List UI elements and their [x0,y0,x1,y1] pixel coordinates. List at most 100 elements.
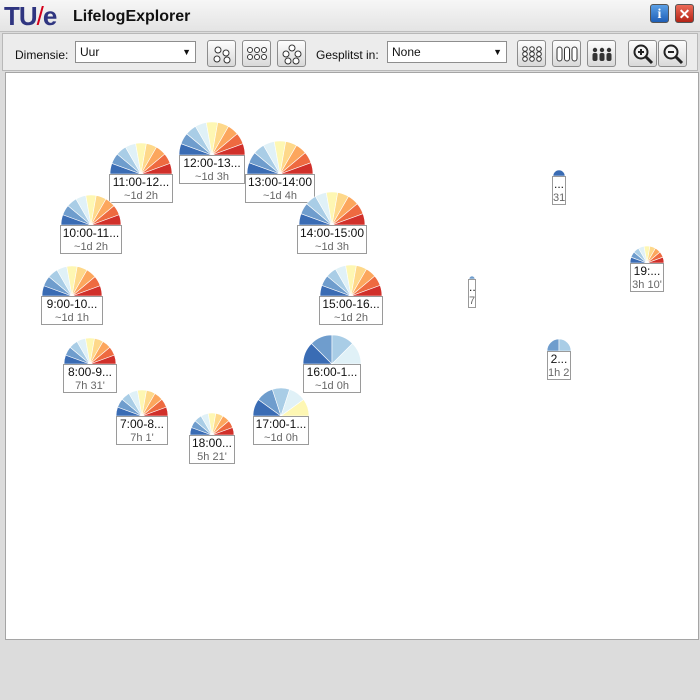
zoom-out-button[interactable] [658,40,687,67]
node-label: 17:00-1... ~1d 0h [253,416,309,445]
semicircle-glyph [64,338,116,364]
semicircle-glyph [320,265,382,296]
node-duration: 7h 1' [130,432,154,444]
close-button[interactable]: ✕ [675,4,694,23]
semicircle-glyph [42,266,102,296]
node-duration: ~1d 1h [55,312,89,324]
split-label: Gesplitst in: [316,48,379,62]
grid-layout-button[interactable] [242,40,271,67]
node-label: 19:... 3h 10' [630,263,664,292]
node-name: 13:00-14:00 [247,175,313,189]
node-label: 15:00-16... ~1d 2h [319,296,383,325]
zoom-in-icon [633,44,654,65]
hour-node[interactable]: 16:00-1... ~1d 0h [303,335,361,393]
visualization-canvas[interactable]: 12:00-13... ~1d 3h 11:00-12... ~1d 2h 13:00-… [5,72,699,640]
node-duration: 7' [469,295,476,307]
semicircle-glyph [190,413,234,435]
glyph-sector [547,339,560,351]
hour-node[interactable]: 7:00-8... 7h 1' [116,390,168,445]
node-label: ...7' [468,279,476,308]
node-duration: ~1d 0h [264,432,298,444]
node-label: 9:00-10... ~1d 1h [41,296,103,325]
grid-layout-icon [247,47,267,60]
node-label: 14:00-15:00 ~1d 3h [297,225,367,254]
semicircle-glyph [247,141,313,174]
node-name: 11:00-12... [112,175,170,189]
node-duration: 1h 29' [548,367,570,379]
grid-split-button[interactable] [517,40,546,67]
node-duration: ~1d 2h [74,241,108,253]
node-name: ... [553,177,564,191]
hour-node[interactable]: 13:00-14:00 ~1d 4h [245,141,315,203]
semicircle-glyph [253,388,309,416]
semicircle-glyph [116,390,168,416]
columns-split-icon [556,46,578,62]
node-label: 2...1h 29' [547,351,571,380]
status-bar [0,641,700,700]
dimension-label: Dimensie: [15,48,69,62]
node-duration: ~1d 3h [195,171,229,183]
hour-node[interactable]: 18:00... 5h 21' [189,413,235,464]
info-button[interactable]: i [650,4,669,23]
semicircle-glyph [630,246,664,263]
node-name: 19:... [633,264,661,278]
semicircle-glyph [547,339,571,351]
cluster-layout-button[interactable] [277,40,306,67]
node-name: 8:00-9... [67,365,113,379]
title-bar: TU/e LifelogExplorer i ✕ [0,0,700,32]
node-name: 14:00-15:00 [299,226,365,240]
columns-split-button[interactable] [552,40,581,67]
node-duration: ~1d 2h [334,312,368,324]
node-name: ... [469,280,476,294]
node-duration: 7h 31' [75,380,105,392]
chevron-down-icon: ▼ [493,47,502,57]
hour-node[interactable]: 14:00-15:00 ~1d 3h [297,192,367,254]
people-split-icon [592,47,612,61]
hour-node[interactable]: ... 31' [552,170,566,205]
hour-node[interactable]: 11:00-12... ~1d 2h [109,143,173,203]
node-label: 7:00-8... 7h 1' [116,416,168,445]
hour-node[interactable]: 8:00-9... 7h 31' [63,338,117,393]
split-select[interactable]: None ▼ [387,41,507,63]
semicircle-glyph [110,143,172,174]
node-label: 18:00... 5h 21' [189,435,235,464]
semicircle-glyph [61,195,121,225]
dimension-select[interactable]: Uur ▼ [75,41,196,63]
hour-node[interactable]: 10:00-11... ~1d 2h [60,195,122,254]
node-label: ... 31' [552,176,566,205]
node-label: 8:00-9... 7h 31' [63,364,117,393]
scatter-layout-icon [213,46,231,64]
node-label: 12:00-13... ~1d 3h [179,155,245,184]
tue-logo: TU/e [4,1,57,31]
scatter-layout-button[interactable] [207,40,236,67]
app-title: LifelogExplorer [73,8,191,25]
node-name: 12:00-13... [183,156,241,170]
node-name: 17:00-1... [255,417,307,431]
hour-node[interactable]: 12:00-13... ~1d 3h [179,122,245,184]
node-label: 16:00-1... ~1d 0h [303,364,361,393]
node-name: 10:00-11... [62,226,120,240]
node-duration: ~1d 3h [315,241,349,253]
node-duration: 5h 21' [197,451,227,463]
hour-node[interactable]: 17:00-1... ~1d 0h [253,388,309,445]
node-name: 16:00-1... [306,365,358,379]
node-name: 18:00... [191,436,233,450]
node-duration: 31' [553,192,566,204]
zoom-out-icon [663,44,684,65]
hour-node[interactable]: 2...1h 29' [547,339,571,380]
toolbar: Dimensie: Uur ▼ Gesplitst in: None ▼ [2,33,698,71]
semicircle-glyph [303,335,361,364]
hour-node[interactable]: 9:00-10... ~1d 1h [41,266,103,325]
semicircle-glyph [299,192,365,225]
people-split-button[interactable] [587,40,616,67]
cluster-layout-icon [282,44,302,65]
glyph-sector [558,339,571,351]
node-name: 9:00-10... [46,297,98,311]
hour-node[interactable]: 19:... 3h 10' [630,246,664,292]
hour-node[interactable]: ...7' [468,276,476,308]
node-name: 2... [550,352,568,366]
zoom-in-button[interactable] [628,40,657,67]
hour-node[interactable]: 15:00-16... ~1d 2h [319,265,383,325]
split-select-value: None [392,45,421,59]
node-duration: 3h 10' [632,279,662,291]
